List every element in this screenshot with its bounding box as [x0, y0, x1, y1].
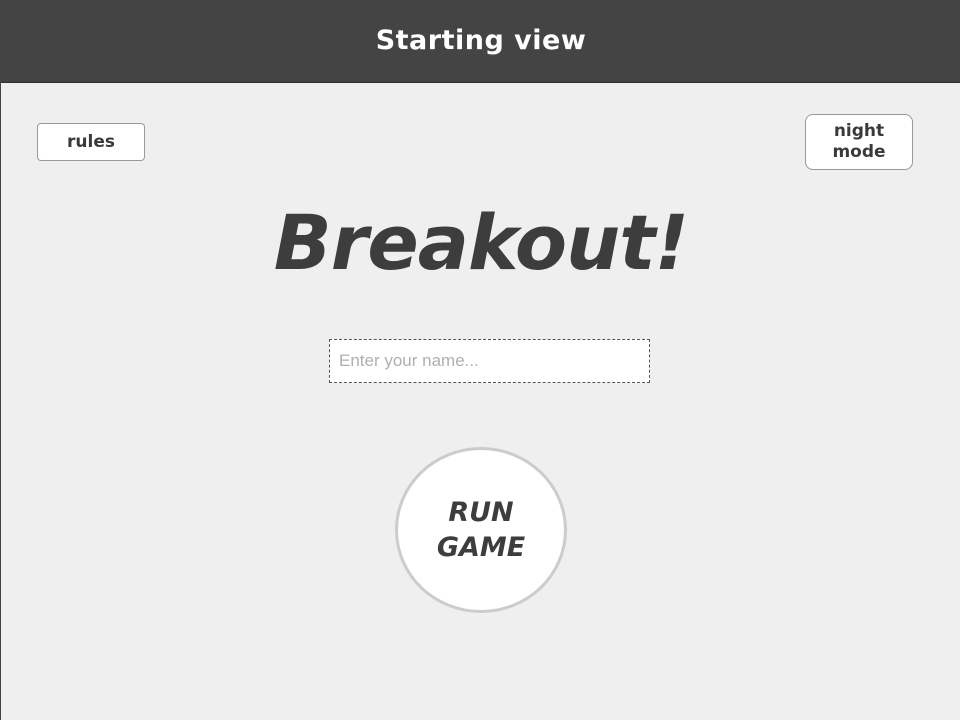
night-mode-label-line2: mode [832, 142, 886, 162]
app-frame: Starting view rules night mode Breakout!… [0, 0, 960, 720]
run-game-label-line1: RUN [448, 497, 514, 528]
player-name-input[interactable] [329, 339, 650, 383]
page-title: Starting view [375, 25, 587, 56]
run-game-label-line2: GAME [436, 532, 526, 563]
game-title: Breakout! [273, 198, 689, 287]
top-header-bar: Starting view [1, 1, 960, 83]
rules-button[interactable]: rules [37, 123, 145, 161]
rules-button-label: rules [67, 132, 115, 152]
night-mode-label-line1: night [833, 121, 885, 141]
run-game-button[interactable]: RUN GAME [395, 447, 567, 613]
night-mode-button[interactable]: night mode [805, 114, 913, 170]
